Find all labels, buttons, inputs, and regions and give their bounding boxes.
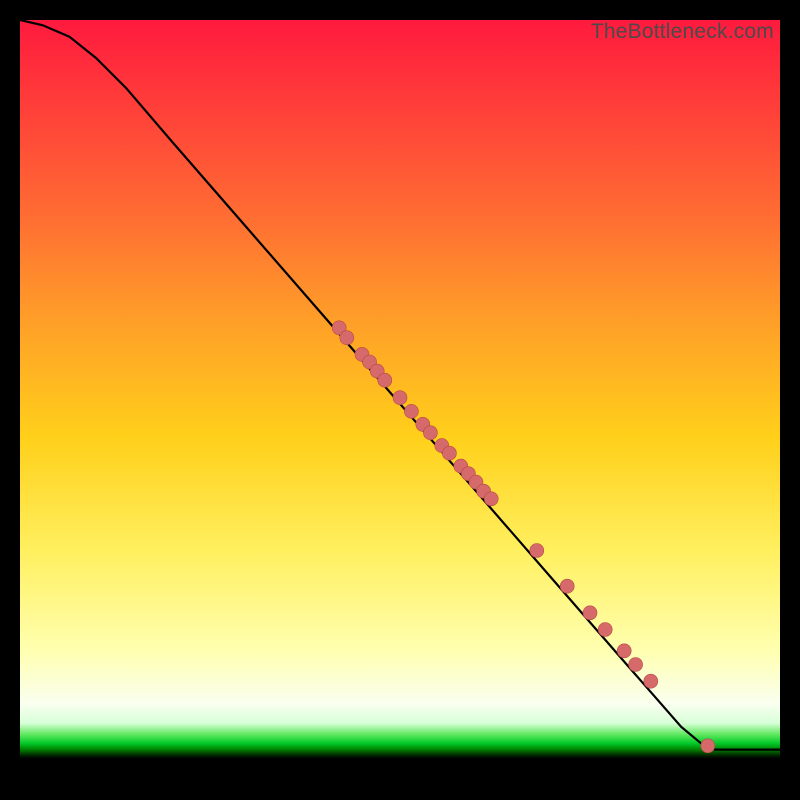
data-point: [530, 544, 544, 558]
data-point: [404, 404, 418, 418]
data-point: [393, 391, 407, 405]
data-point: [378, 373, 392, 387]
bottleneck-curve: [20, 20, 780, 750]
data-point: [423, 426, 437, 440]
data-point: [701, 739, 715, 753]
data-point: [629, 658, 643, 672]
data-point: [617, 644, 631, 658]
data-point: [560, 579, 574, 593]
data-point: [484, 492, 498, 506]
data-point: [598, 623, 612, 637]
data-point: [340, 331, 354, 345]
data-point: [583, 606, 597, 620]
chart-svg: [20, 20, 780, 780]
data-point: [644, 674, 658, 688]
data-point: [442, 446, 456, 460]
data-points-group: [332, 321, 715, 753]
plot-area: TheBottleneck.com: [20, 20, 780, 780]
chart-frame: TheBottleneck.com: [0, 0, 800, 800]
